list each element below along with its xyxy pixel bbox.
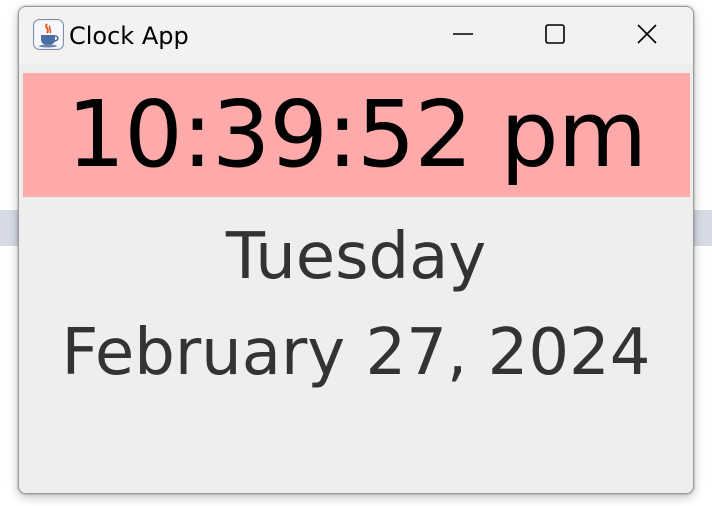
- java-coffee-cup-icon: [33, 19, 64, 50]
- day-display: Tuesday: [225, 220, 487, 294]
- clock-app-window: Clock App 10:39:52 pm Tuesday February 2…: [18, 6, 694, 494]
- window-titlebar[interactable]: Clock App: [19, 7, 693, 64]
- time-display: 10:39:52 pm: [66, 81, 647, 188]
- time-panel: 10:39:52 pm: [23, 73, 690, 197]
- close-button[interactable]: [601, 7, 693, 64]
- maximize-icon: [544, 23, 566, 49]
- clock-content-panel: 10:39:52 pm Tuesday February 27, 2024: [19, 64, 693, 493]
- date-display: February 27, 2024: [61, 316, 651, 390]
- minimize-button[interactable]: [417, 7, 509, 64]
- maximize-button[interactable]: [509, 7, 601, 64]
- window-title: Clock App: [69, 22, 189, 50]
- minimize-icon: [452, 23, 474, 49]
- close-icon: [636, 23, 658, 49]
